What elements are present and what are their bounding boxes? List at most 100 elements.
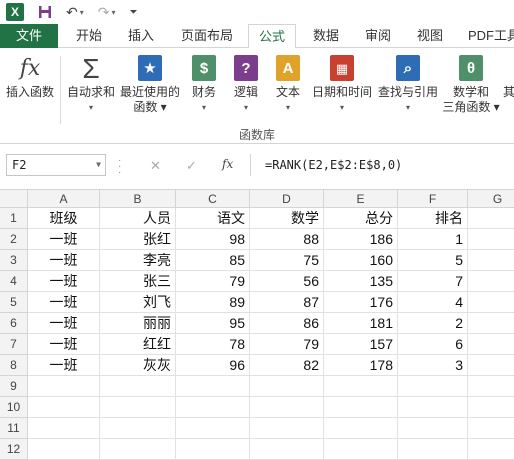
cell-b5[interactable]: 刘飞 [100,292,176,313]
tab-formulas[interactable]: 公式 [248,24,296,49]
cell-g9[interactable] [468,376,514,397]
cell-d1[interactable]: 数学 [250,208,324,229]
cell-c10[interactable] [176,397,250,418]
cell-e7[interactable]: 157 [324,334,398,355]
cell-d12[interactable] [250,439,324,460]
select-all-corner[interactable] [0,190,28,208]
lookup-reference-button[interactable]: ⌕ 查找与引用 ▾ [376,54,440,115]
row-header-8[interactable]: 8 [0,355,28,376]
cell-f3[interactable]: 5 [398,250,468,271]
cell-a8[interactable]: 一班 [28,355,100,376]
cell-c1[interactable]: 语文 [176,208,250,229]
cell-c2[interactable]: 98 [176,229,250,250]
cell-b7[interactable]: 红红 [100,334,176,355]
cell-d6[interactable]: 86 [250,313,324,334]
tab-page-layout[interactable]: 页面布局 [172,24,242,48]
cell-g8[interactable] [468,355,514,376]
cell-a4[interactable]: 一班 [28,271,100,292]
cell-e1[interactable]: 总分 [324,208,398,229]
cell-f4[interactable]: 7 [398,271,468,292]
cell-f5[interactable]: 4 [398,292,468,313]
cell-f11[interactable] [398,418,468,439]
column-header-b[interactable]: B [100,190,176,208]
cell-g2[interactable] [468,229,514,250]
financial-button[interactable]: $ 财务 ▾ [186,54,222,115]
cell-c12[interactable] [176,439,250,460]
undo-icon[interactable]: ↶ ▾ [66,4,84,21]
cell-e6[interactable]: 181 [324,313,398,334]
cell-d2[interactable]: 88 [250,229,324,250]
cell-e3[interactable]: 160 [324,250,398,271]
cell-d9[interactable] [250,376,324,397]
cell-f9[interactable] [398,376,468,397]
row-header-9[interactable]: 9 [0,376,28,397]
cell-b8[interactable]: 灰灰 [100,355,176,376]
cell-g11[interactable] [468,418,514,439]
row-header-5[interactable]: 5 [0,292,28,313]
cell-c7[interactable]: 78 [176,334,250,355]
name-box-dropdown-icon[interactable]: ▼ [96,155,101,175]
cell-a6[interactable]: 一班 [28,313,100,334]
redo-icon[interactable]: ↷ ▾ [98,4,116,21]
redo-dropdown-icon[interactable]: ▾ [111,8,115,17]
cell-c3[interactable]: 85 [176,250,250,271]
tab-data[interactable]: 数据 [302,24,350,48]
logical-button[interactable]: ? 逻辑 ▾ [228,54,264,115]
cell-e10[interactable] [324,397,398,418]
formula-input[interactable]: =RANK(E2,E$2:E$8,0) [250,154,514,176]
cell-d3[interactable]: 75 [250,250,324,271]
formula-bar-grip-icon[interactable]: · · · [118,156,121,178]
enter-icon[interactable]: ✓ [186,158,197,174]
cell-d7[interactable]: 79 [250,334,324,355]
tab-insert[interactable]: 插入 [116,24,166,48]
cell-e9[interactable] [324,376,398,397]
cell-b9[interactable] [100,376,176,397]
cell-e8[interactable]: 178 [324,355,398,376]
customize-qat-icon[interactable]: ⏷ [130,7,138,18]
cell-c11[interactable] [176,418,250,439]
row-header-10[interactable]: 10 [0,397,28,418]
row-header-11[interactable]: 11 [0,418,28,439]
cell-a2[interactable]: 一班 [28,229,100,250]
tab-file[interactable]: 文件 [0,24,58,48]
cell-c4[interactable]: 79 [176,271,250,292]
cell-a7[interactable]: 一班 [28,334,100,355]
cell-b1[interactable]: 人员 [100,208,176,229]
cell-g12[interactable] [468,439,514,460]
row-header-4[interactable]: 4 [0,271,28,292]
cell-c9[interactable] [176,376,250,397]
column-header-g[interactable]: G [468,190,514,208]
cell-g7[interactable] [468,334,514,355]
tab-pdf-tools[interactable]: PDF工具 [460,24,514,48]
cell-d8[interactable]: 82 [250,355,324,376]
cell-d11[interactable] [250,418,324,439]
cell-c6[interactable]: 95 [176,313,250,334]
cell-f2[interactable]: 1 [398,229,468,250]
text-button[interactable]: A 文本 ▾ [270,54,306,115]
cell-d4[interactable]: 56 [250,271,324,292]
cell-b10[interactable] [100,397,176,418]
tab-home[interactable]: 开始 [64,24,114,48]
insert-function-button[interactable]: fx 插入函数 [4,54,56,100]
column-header-d[interactable]: D [250,190,324,208]
cell-g3[interactable] [468,250,514,271]
cell-b4[interactable]: 张三 [100,271,176,292]
undo-dropdown-icon[interactable]: ▾ [80,8,84,17]
cell-f12[interactable] [398,439,468,460]
cell-f8[interactable]: 3 [398,355,468,376]
cell-b3[interactable]: 李亮 [100,250,176,271]
tab-view[interactable]: 视图 [406,24,454,48]
cell-f6[interactable]: 2 [398,313,468,334]
cell-f10[interactable] [398,397,468,418]
cell-a10[interactable] [28,397,100,418]
save-icon[interactable] [38,5,52,19]
cell-g10[interactable] [468,397,514,418]
row-header-12[interactable]: 12 [0,439,28,460]
math-trig-button[interactable]: θ 数学和 三角函数 ▾ [442,54,500,115]
cell-a12[interactable] [28,439,100,460]
more-functions-button[interactable]: 其 [503,54,514,100]
column-header-e[interactable]: E [324,190,398,208]
cell-f1[interactable]: 排名 [398,208,468,229]
column-header-f[interactable]: F [398,190,468,208]
cell-d5[interactable]: 87 [250,292,324,313]
